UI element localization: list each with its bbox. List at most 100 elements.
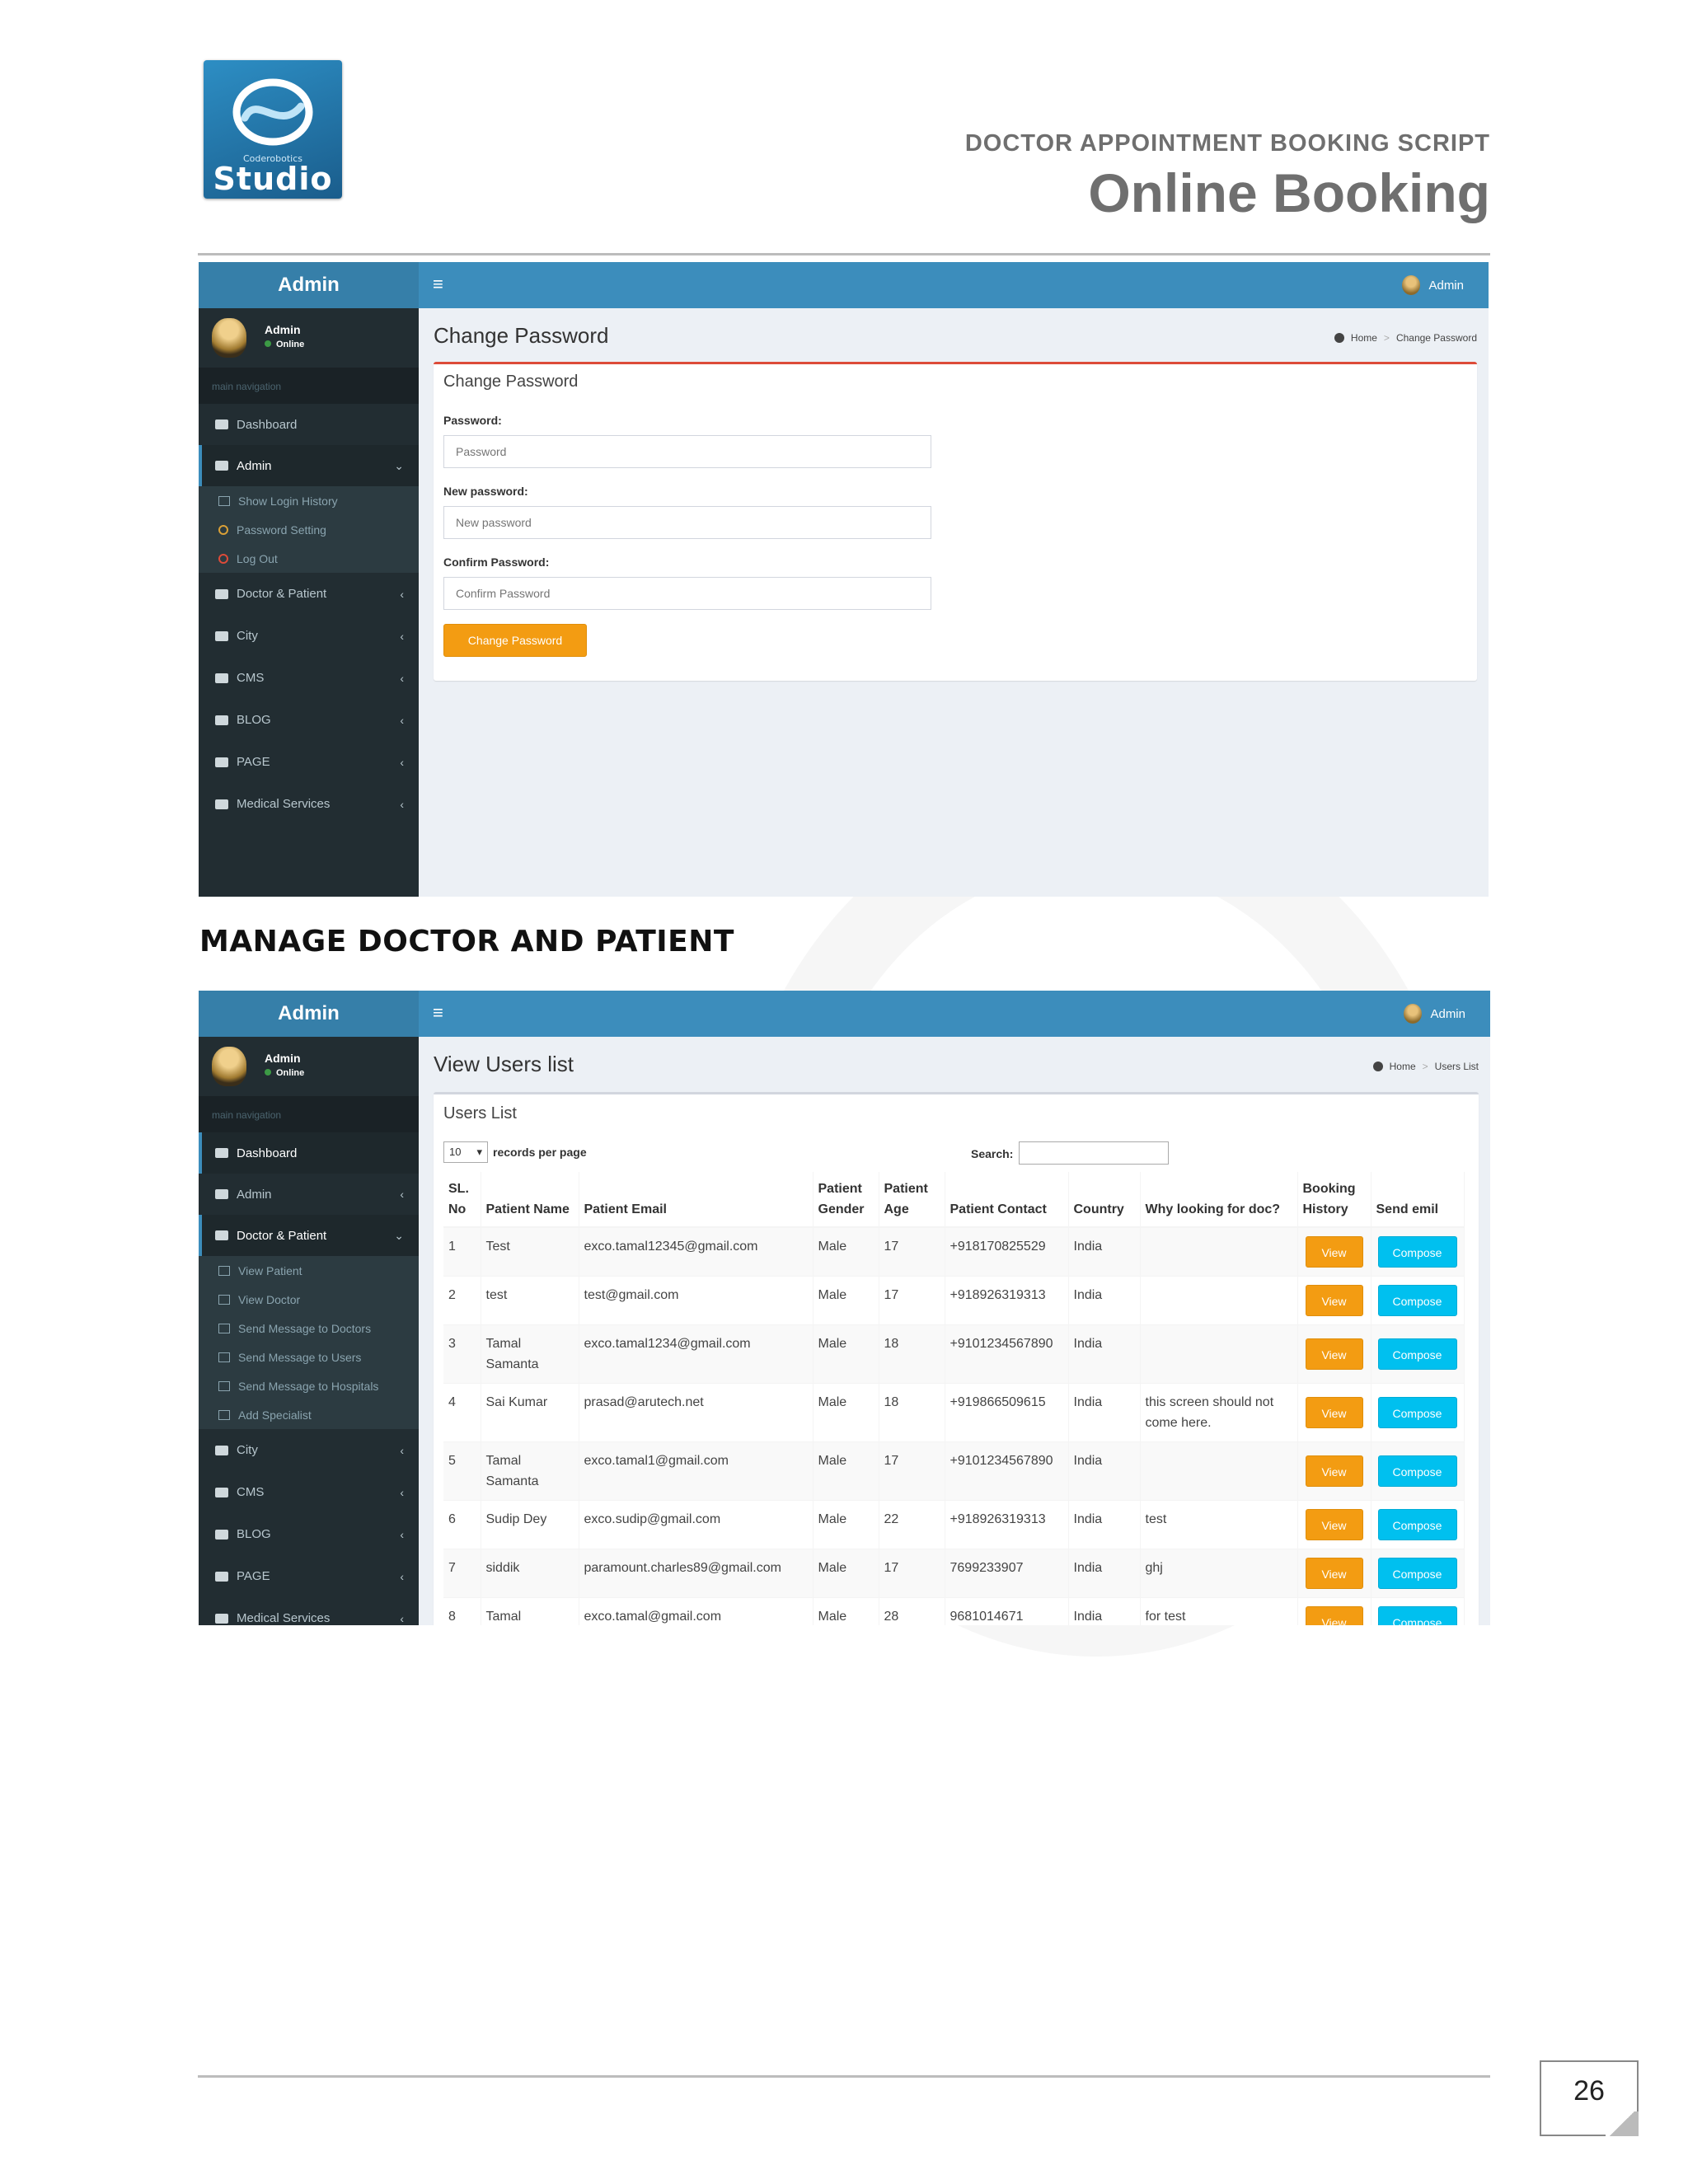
- column-header[interactable]: Patient Gender: [813, 1172, 879, 1228]
- top-user-name: Admin: [1430, 1006, 1465, 1021]
- cell-country: India: [1068, 1226, 1141, 1277]
- sidebar-item-cms[interactable]: CMS ‹: [199, 1471, 419, 1513]
- password-input[interactable]: [443, 435, 931, 468]
- table-row: 6 Sudip Dey exco.sudip@gmail.com Male 22 +918…: [443, 1500, 1465, 1549]
- cell-name: Test: [481, 1226, 579, 1277]
- cell-booking-history: View: [1297, 1226, 1372, 1277]
- cell-age: 17: [879, 1441, 945, 1501]
- top-user-menu[interactable]: Admin: [1402, 275, 1464, 295]
- sidebar-item-dashboard[interactable]: Dashboard: [199, 404, 419, 445]
- page-size-select[interactable]: 10 ▾: [443, 1141, 488, 1163]
- column-header[interactable]: Country: [1068, 1172, 1141, 1228]
- admin-logo[interactable]: Admin: [199, 262, 419, 308]
- cell-booking-history: View: [1297, 1441, 1372, 1501]
- table-icon: [218, 1323, 230, 1333]
- cell-booking-history: View: [1297, 1383, 1372, 1442]
- folder-icon: [215, 630, 228, 641]
- admin-logo[interactable]: Admin: [199, 991, 419, 1037]
- column-header[interactable]: Why looking for doc?: [1140, 1172, 1298, 1228]
- sidebar-subitem-send-message-users[interactable]: Send Message to Users: [199, 1343, 419, 1371]
- column-header[interactable]: Send emil: [1371, 1172, 1465, 1228]
- column-header[interactable]: SL. No: [443, 1172, 481, 1228]
- view-button[interactable]: View: [1305, 1338, 1363, 1370]
- breadcrumb-home-link[interactable]: Home: [1390, 1061, 1416, 1072]
- sidebar-item-admin[interactable]: Admin ⌄: [199, 445, 419, 486]
- sidebar-subitem-add-specialist[interactable]: Add Specialist: [199, 1400, 419, 1429]
- table-row: 7 siddik paramount.charles89@gmail.com Male…: [443, 1549, 1465, 1598]
- view-button[interactable]: View: [1305, 1509, 1363, 1540]
- sidebar-item-blog[interactable]: BLOG ‹: [199, 1513, 419, 1555]
- column-header[interactable]: Booking History: [1297, 1172, 1372, 1228]
- sidebar-subitem-log-out[interactable]: Log Out: [199, 544, 419, 573]
- view-button[interactable]: View: [1305, 1455, 1363, 1487]
- compose-button[interactable]: Compose: [1377, 1509, 1457, 1540]
- sidebar-item-label: BLOG: [237, 713, 271, 727]
- sidebar-item-doctor-patient[interactable]: Doctor & Patient ⌄: [199, 1215, 419, 1256]
- column-header[interactable]: Patient Email: [579, 1172, 814, 1228]
- sidebar-subitem-label: Send Message to Doctors: [238, 1321, 372, 1335]
- sidebar-subitem-send-message-doctors[interactable]: Send Message to Doctors: [199, 1314, 419, 1343]
- compose-button[interactable]: Compose: [1377, 1397, 1457, 1428]
- breadcrumb-home-link[interactable]: Home: [1351, 332, 1377, 344]
- sidebar-subitem-show-login-history[interactable]: Show Login History: [199, 486, 419, 515]
- new-password-input[interactable]: [443, 506, 931, 539]
- cell-booking-history: View: [1297, 1500, 1372, 1549]
- compose-button[interactable]: Compose: [1377, 1606, 1457, 1625]
- view-button[interactable]: View: [1305, 1236, 1363, 1268]
- cell-send-email: Compose: [1371, 1500, 1465, 1549]
- sidebar-subitem-view-doctor[interactable]: View Doctor: [199, 1285, 419, 1314]
- circle-icon: [218, 553, 228, 564]
- cell-country: India: [1068, 1383, 1141, 1442]
- change-password-button[interactable]: Change Password: [443, 624, 587, 657]
- main-navigation-header: main navigation: [199, 368, 419, 404]
- table-icon: [218, 1380, 230, 1391]
- folder-icon: [215, 1445, 228, 1455]
- hamburger-icon[interactable]: ≡: [433, 1002, 443, 1024]
- sidebar-subitem-send-message-hospitals[interactable]: Send Message to Hospitals: [199, 1371, 419, 1400]
- sidebar-item-page[interactable]: PAGE ‹: [199, 741, 419, 783]
- cell-country: India: [1068, 1441, 1141, 1501]
- cell-country: India: [1068, 1324, 1141, 1384]
- compose-button[interactable]: Compose: [1377, 1236, 1457, 1268]
- search-input[interactable]: [1019, 1141, 1169, 1165]
- cell-name: siddik: [481, 1549, 579, 1598]
- table-icon: [218, 495, 230, 506]
- sidebar-item-label: PAGE: [237, 755, 270, 769]
- sidebar-item-medical-services[interactable]: Medical Services ‹: [199, 1597, 419, 1625]
- view-button[interactable]: View: [1305, 1558, 1363, 1589]
- sidebar-item-label: CMS: [237, 1485, 265, 1499]
- sidebar-item-dashboard[interactable]: Dashboard: [199, 1132, 419, 1174]
- sidebar-item-cms[interactable]: CMS ‹: [199, 657, 419, 699]
- view-button[interactable]: View: [1305, 1397, 1363, 1428]
- confirm-password-label: Confirm Password:: [443, 555, 550, 569]
- view-button[interactable]: View: [1305, 1606, 1363, 1625]
- cell-why: this screen should not come here.: [1140, 1383, 1298, 1442]
- compose-button[interactable]: Compose: [1377, 1558, 1457, 1589]
- sidebar-item-doctor-patient[interactable]: Doctor & Patient ‹: [199, 573, 419, 615]
- sidebar-item-city[interactable]: City ‹: [199, 615, 419, 657]
- sidebar-item-admin[interactable]: Admin ‹: [199, 1174, 419, 1215]
- top-user-menu[interactable]: Admin: [1404, 1004, 1465, 1024]
- hamburger-icon[interactable]: ≡: [433, 274, 443, 295]
- chevron-left-icon: ‹: [400, 755, 404, 769]
- confirm-password-input[interactable]: [443, 577, 931, 610]
- cell-name: Tamal Samanta: [481, 1324, 579, 1384]
- cell-why: [1140, 1276, 1298, 1325]
- compose-button[interactable]: Compose: [1377, 1338, 1457, 1370]
- sidebar-item-medical-services[interactable]: Medical Services ‹: [199, 783, 419, 825]
- column-header[interactable]: Patient Contact: [945, 1172, 1069, 1228]
- sidebar-subitem-view-patient[interactable]: View Patient: [199, 1256, 419, 1285]
- sidebar-subitem-password-setting[interactable]: Password Setting: [199, 515, 419, 544]
- view-button[interactable]: View: [1305, 1285, 1363, 1316]
- compose-button[interactable]: Compose: [1377, 1285, 1457, 1316]
- sidebar-item-page[interactable]: PAGE ‹: [199, 1555, 419, 1597]
- sidebar-subitem-label: Password Setting: [237, 523, 326, 537]
- sidebar-subitem-label: Add Specialist: [238, 1408, 312, 1422]
- cell-why: [1140, 1226, 1298, 1277]
- column-header[interactable]: Patient Age: [879, 1172, 945, 1228]
- sidebar-item-blog[interactable]: BLOG ‹: [199, 699, 419, 741]
- column-header[interactable]: Patient Name: [481, 1172, 579, 1228]
- compose-button[interactable]: Compose: [1377, 1455, 1457, 1487]
- users-table: SL. No Patient Name Patient Email Patient G…: [443, 1172, 1465, 1625]
- sidebar-item-city[interactable]: City ‹: [199, 1429, 419, 1471]
